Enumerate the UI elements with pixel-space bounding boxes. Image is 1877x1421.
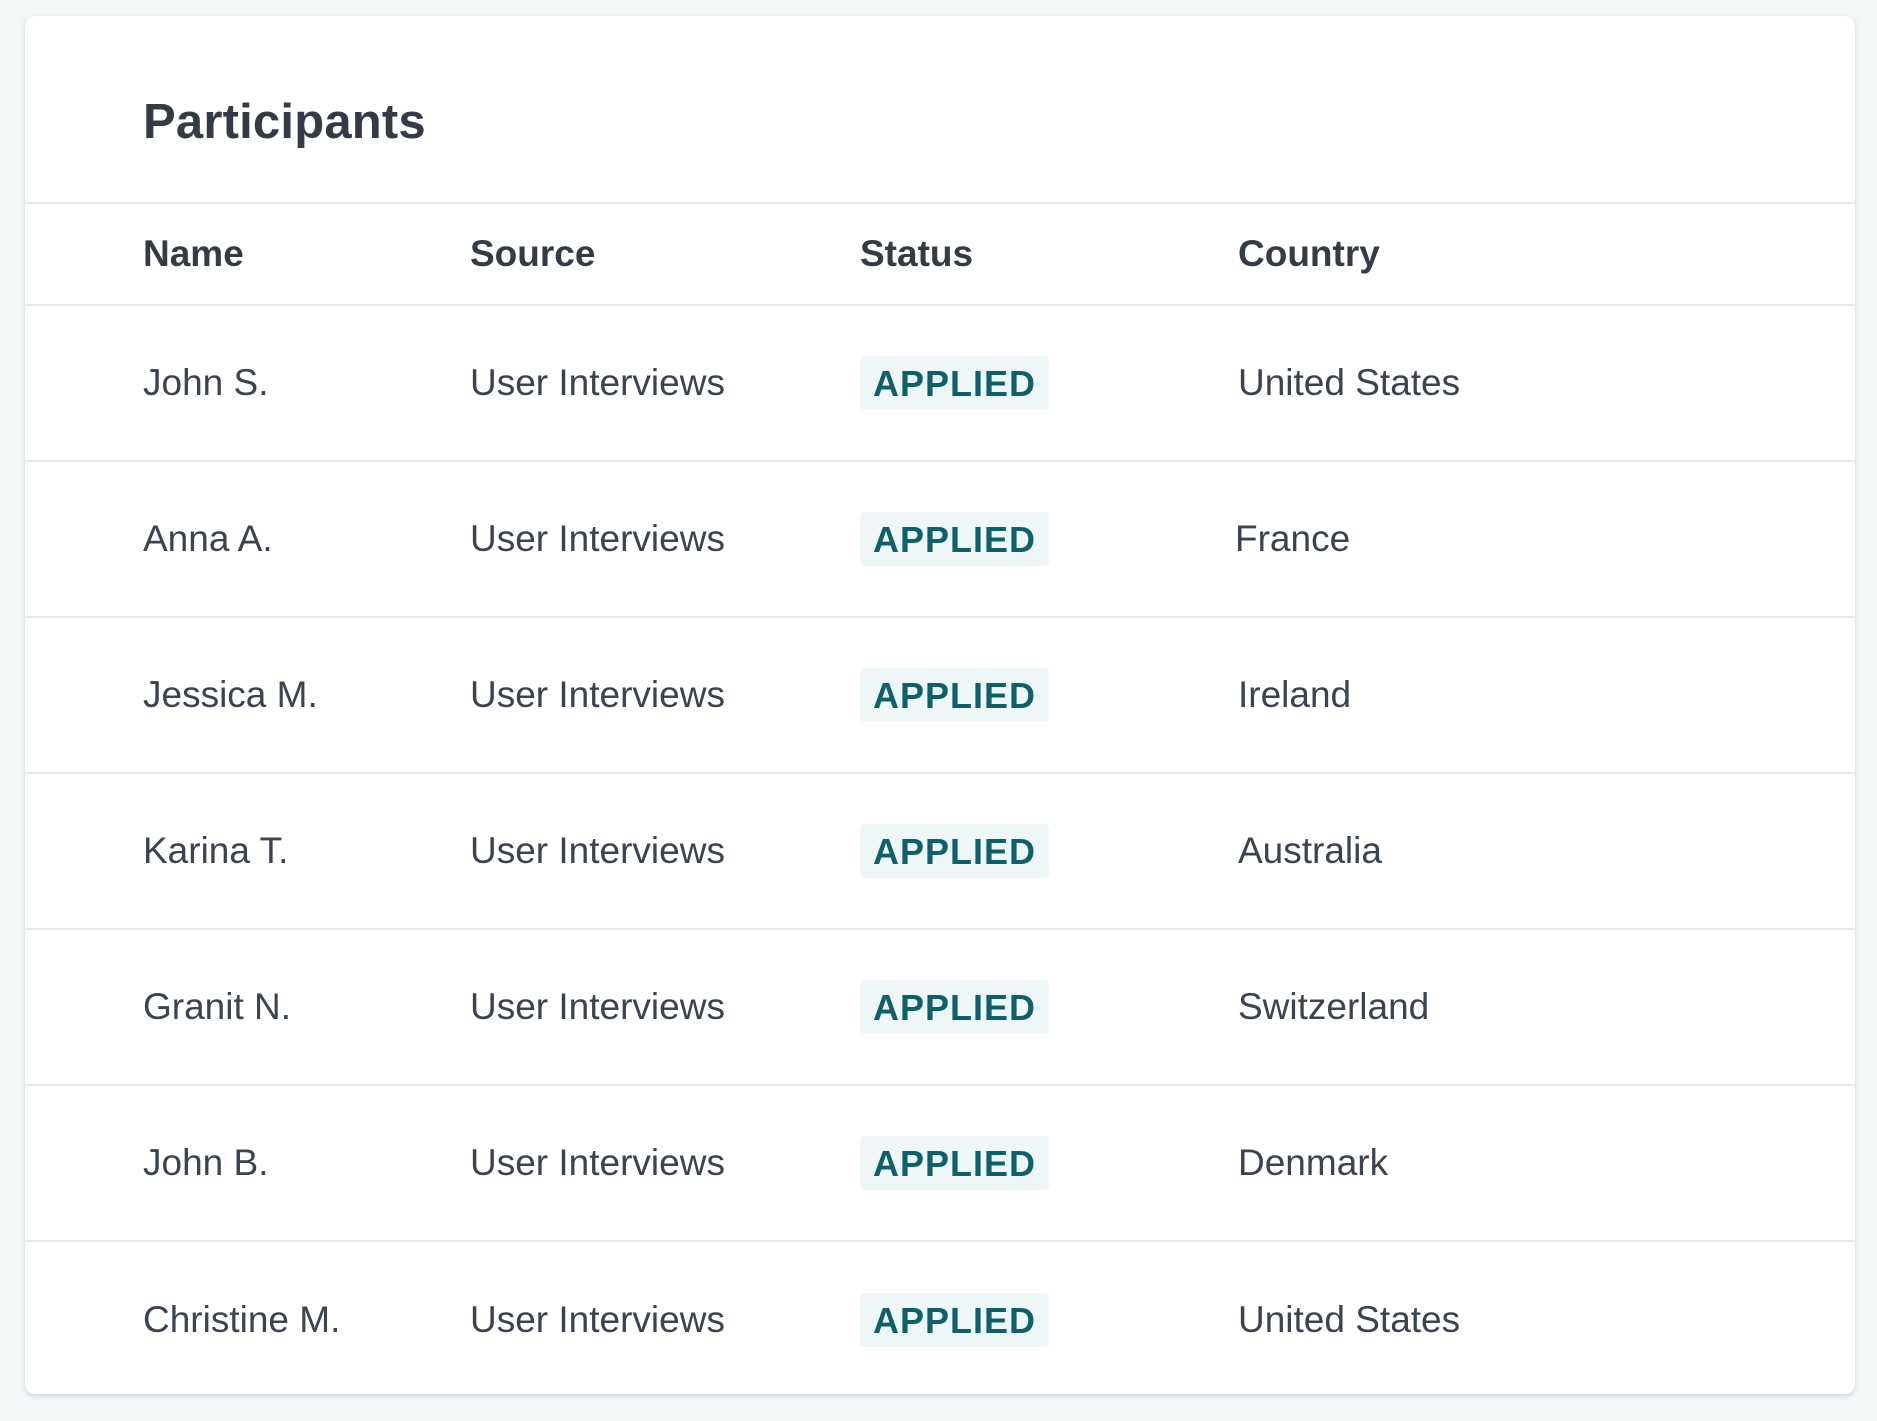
table-row[interactable]: Granit N. User Interviews APPLIED Switze… [25,930,1855,1086]
column-header-country[interactable]: Country [1238,233,1855,275]
column-header-status[interactable]: Status [860,233,1238,275]
participant-source: User Interviews [470,1142,725,1183]
participant-name: Granit N. [143,986,292,1027]
participant-source: User Interviews [470,1299,725,1340]
status-cell: APPLIED [860,355,1238,411]
participant-source: User Interviews [470,518,725,559]
status-cell: APPLIED [860,667,1238,723]
column-header-source[interactable]: Source [470,233,860,275]
participant-name: Jessica M. [143,674,318,715]
table-row[interactable]: Karina T. User Interviews APPLIED Austra… [25,774,1855,930]
participant-name: Christine M. [143,1299,341,1340]
status-cell: APPLIED [860,823,1238,879]
participant-country: Ireland [1238,674,1352,715]
participant-country: Switzerland [1238,986,1430,1027]
participant-country: France [1235,518,1351,559]
participants-card: Participants Name Source Status Country … [25,16,1855,1394]
status-badge: APPLIED [860,667,1050,723]
participant-name: John S. [143,362,269,403]
card-header: Participants [25,16,1855,204]
status-cell: APPLIED [860,979,1238,1035]
participant-country: Denmark [1238,1142,1389,1183]
status-cell: APPLIED [860,511,1238,567]
table-row[interactable]: John B. User Interviews APPLIED Denmark [25,1086,1855,1242]
table-row[interactable]: Anna A. User Interviews APPLIED France [25,462,1855,618]
status-badge: APPLIED [860,1292,1050,1348]
participant-name: Anna A. [143,518,273,559]
table-row[interactable]: Christine M. User Interviews APPLIED Uni… [25,1242,1855,1394]
column-header-name[interactable]: Name [25,233,470,275]
participant-name: John B. [143,1142,269,1183]
status-badge: APPLIED [860,823,1050,879]
table-row[interactable]: John S. User Interviews APPLIED United S… [25,306,1855,462]
participant-source: User Interviews [470,986,725,1027]
status-cell: APPLIED [860,1292,1238,1348]
participant-country: United States [1238,1299,1461,1340]
status-badge: APPLIED [860,979,1050,1035]
participant-country: Australia [1238,830,1382,871]
status-badge: APPLIED [860,355,1050,411]
participant-source: User Interviews [470,362,725,403]
table-row[interactable]: Jessica M. User Interviews APPLIED Irela… [25,618,1855,774]
participant-country: United States [1238,362,1461,403]
participant-source: User Interviews [470,674,725,715]
status-badge: APPLIED [860,1135,1050,1191]
table-header-row: Name Source Status Country [25,204,1855,306]
status-badge: APPLIED [860,511,1050,567]
page-title: Participants [143,95,426,149]
participant-name: Karina T. [143,830,289,871]
participant-source: User Interviews [470,830,725,871]
status-cell: APPLIED [860,1135,1238,1191]
participants-table: Name Source Status Country John S. User … [25,204,1855,1394]
